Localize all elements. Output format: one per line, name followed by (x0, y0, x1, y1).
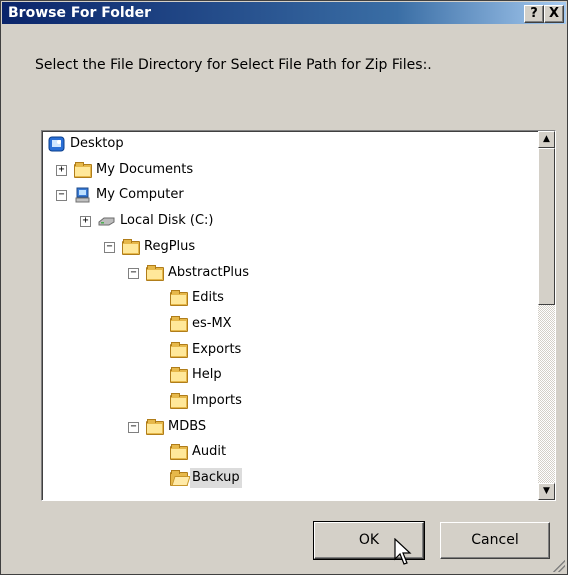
folder-tree[interactable]: Desktop + My Documents − My Computer + Local D… (41, 130, 556, 501)
mouse-cursor-icon (394, 538, 412, 565)
folder-icon (146, 418, 164, 435)
dialog-title: Browse For Folder (8, 5, 152, 21)
title-bar[interactable]: Browse For Folder ? X (2, 2, 566, 24)
tree-item[interactable]: − MDBS (42, 417, 532, 437)
tree-item[interactable]: + My Documents (42, 160, 532, 180)
disk-drive-icon (98, 213, 115, 228)
tree-item[interactable]: Desktop (42, 134, 532, 154)
tree-item-label: My Documents (96, 161, 194, 177)
tree-item[interactable]: Exports (42, 340, 532, 360)
tree-item-label: Imports (192, 393, 242, 408)
cancel-button[interactable]: Cancel (440, 522, 550, 559)
tree-item-label: Local Disk (C:) (120, 213, 214, 229)
folder-icon (146, 264, 164, 281)
tree-item-label: es-MX (192, 315, 232, 331)
folder-icon (170, 341, 188, 358)
scroll-up-icon[interactable]: ▲ (538, 131, 555, 148)
browse-for-folder-dialog: Browse For Folder ? X Select the File Di… (0, 0, 568, 575)
resize-grip-icon[interactable] (553, 560, 565, 572)
folder-icon (170, 444, 188, 461)
tree-item[interactable]: − My Computer (42, 185, 532, 205)
expand-icon[interactable]: + (80, 216, 91, 228)
tree-item[interactable]: Edits (42, 288, 532, 308)
tree-item-label: Exports (192, 341, 242, 357)
tree-item[interactable]: Help (42, 365, 532, 385)
folder-icon (170, 315, 188, 332)
prompt-text: Select the File Directory for Select Fil… (35, 57, 432, 73)
collapse-icon[interactable]: − (128, 267, 139, 279)
tree-item[interactable]: + Local Disk (C:) (42, 211, 532, 231)
tree-item-label: RegPlus (144, 238, 196, 254)
scroll-down-icon[interactable]: ▼ (538, 483, 555, 500)
tree-item[interactable]: − AbstractPlus (42, 263, 532, 283)
folder-icon (170, 367, 188, 384)
computer-icon (74, 187, 91, 203)
folder-icon (122, 238, 140, 255)
documents-folder-icon (74, 161, 92, 178)
collapse-icon[interactable]: − (56, 190, 67, 202)
tree-item-label: MDBS (168, 418, 207, 434)
tree-item-label: My Computer (96, 187, 184, 203)
tree-item-label: Edits (192, 290, 224, 306)
tree-item-label: Audit (192, 444, 227, 460)
expand-icon[interactable]: + (56, 164, 67, 176)
tree-item[interactable]: Backup (42, 468, 532, 489)
folder-icon (170, 290, 188, 307)
help-button[interactable]: ? (524, 5, 544, 23)
desktop-icon (48, 136, 65, 152)
tree-item-label: Help (192, 367, 222, 383)
tree-item-label: Backup (190, 468, 242, 489)
folder-icon (170, 393, 188, 409)
collapse-icon[interactable]: − (128, 421, 139, 433)
tree-item[interactable]: − RegPlus (42, 237, 532, 257)
tree-item[interactable]: Imports (42, 391, 532, 411)
open-folder-icon (170, 470, 191, 487)
tree-item-label: AbstractPlus (168, 264, 250, 280)
close-button[interactable]: X (544, 5, 564, 23)
tree-item[interactable]: Audit (42, 442, 532, 462)
tree-item[interactable]: es-MX (42, 314, 532, 334)
tree-item-label: Desktop (70, 136, 124, 151)
collapse-icon[interactable]: − (104, 241, 115, 253)
vertical-scrollbar[interactable]: ▲ ▼ (538, 131, 555, 500)
scroll-thumb[interactable] (538, 148, 555, 305)
